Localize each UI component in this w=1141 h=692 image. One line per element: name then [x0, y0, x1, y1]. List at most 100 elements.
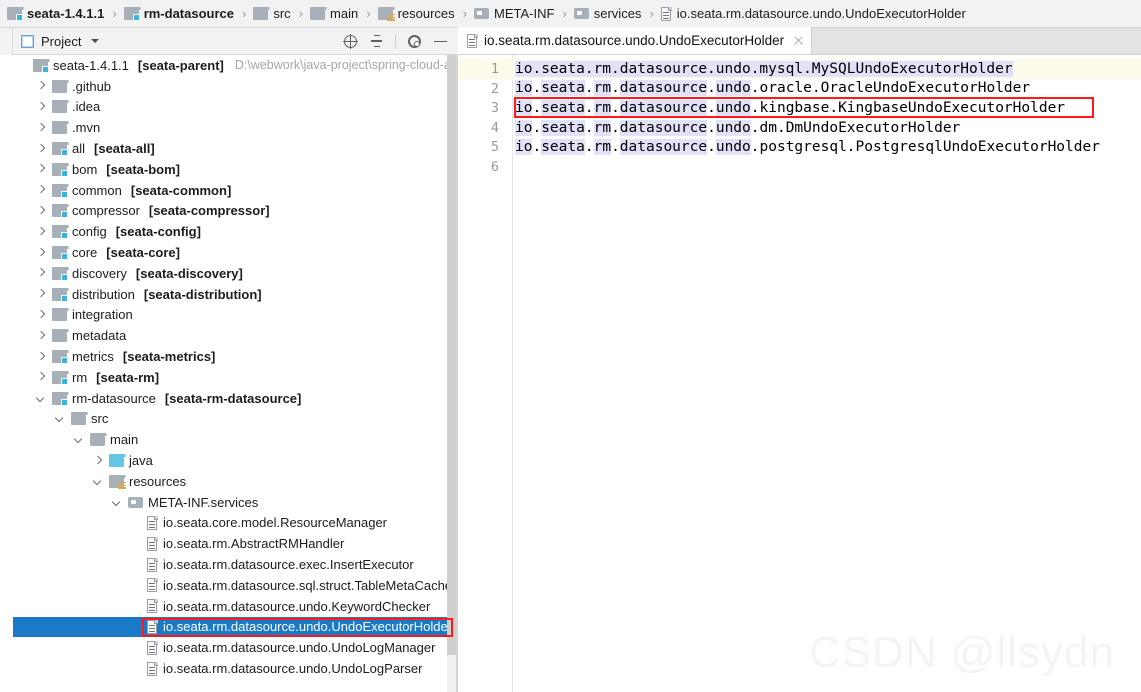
- tree-row[interactable]: io.seata.rm.AbstractRMHandler: [13, 533, 447, 554]
- tree-row[interactable]: discovery [seata-discovery]: [13, 263, 447, 284]
- project-tree[interactable]: seata-1.4.1.1 [seata-parent] D:\webwork\ja…: [13, 55, 457, 679]
- module-folder-icon: [33, 58, 50, 73]
- tree-row[interactable]: all [seata-all]: [13, 138, 447, 159]
- tree-row[interactable]: core [seata-core]: [13, 242, 447, 263]
- breadcrumb-item-6[interactable]: services: [572, 6, 644, 21]
- chevron-right-icon[interactable]: [36, 226, 47, 237]
- breadcrumb-item-label: rm-datasource: [143, 6, 234, 21]
- tree-row[interactable]: rm [seata-rm]: [13, 367, 447, 388]
- tree-row[interactable]: src: [13, 409, 447, 430]
- editor-area[interactable]: 1 2 3 4 5 6 io.seata.rm.datasource.undo.mysql…: [458, 55, 1141, 692]
- tree-row-selected[interactable]: io.seata.rm.datasource.undo.UndoExecutor…: [13, 616, 452, 638]
- chevron-right-icon[interactable]: [36, 205, 47, 216]
- breadcrumb-item-5[interactable]: META-INF: [472, 6, 556, 21]
- tree-row[interactable]: bom [seata-bom]: [13, 159, 447, 180]
- tree-row[interactable]: io.seata.rm.datasource.exec.InsertExecut…: [13, 554, 447, 575]
- tree-row[interactable]: META-INF.services: [13, 492, 447, 513]
- tree-row[interactable]: .mvn: [13, 117, 447, 138]
- tree-row[interactable]: io.seata.rm.datasource.sql.struct.TableM…: [13, 575, 452, 596]
- tree-row[interactable]: seata-1.4.1.1 [seata-parent] D:\webwork\ja…: [13, 55, 457, 76]
- breadcrumb-item-0[interactable]: seata-1.4.1.1: [5, 6, 106, 21]
- tree-row[interactable]: distribution [seata-distribution]: [13, 284, 447, 305]
- gear-icon[interactable]: [407, 34, 422, 49]
- code-dot: .: [611, 80, 620, 97]
- code-dot: .: [584, 139, 594, 156]
- tree-row[interactable]: io.seata.core.model.ResourceManager: [13, 513, 447, 534]
- breadcrumb-item-3[interactable]: main: [308, 6, 360, 21]
- tree-row[interactable]: integration: [13, 305, 447, 326]
- code-dot: .: [750, 119, 760, 136]
- tree-row[interactable]: resources: [13, 471, 447, 492]
- code-segment: datasource: [619, 119, 708, 136]
- tree-scrollbar[interactable]: [447, 55, 456, 692]
- tree-row[interactable]: main: [13, 429, 447, 450]
- code-line[interactable]: io.seata.rm.datasource.undo.mysql.MySQLU…: [515, 59, 1013, 79]
- tree-row[interactable]: rm-datasource [seata-rm-datasource]: [13, 388, 447, 409]
- tree-row[interactable]: java: [13, 450, 447, 471]
- code-line[interactable]: io. seata. rm. datasource. undo. dm.DmUndoExe…: [515, 118, 960, 138]
- tree-row-module-name: [seata-all]: [94, 141, 155, 157]
- line-number: 3: [490, 100, 499, 117]
- code-segment: undo: [715, 99, 751, 116]
- chevron-right-icon[interactable]: [93, 455, 104, 466]
- chevron-right-icon[interactable]: [36, 330, 47, 341]
- chevron-right-icon[interactable]: [36, 185, 47, 196]
- code-line[interactable]: io. seata. rm. datasource. undo. oracle.Oracl…: [515, 79, 1030, 99]
- collapse-all-icon[interactable]: [369, 34, 384, 49]
- target-icon[interactable]: [343, 33, 358, 49]
- chevron-right-icon[interactable]: [36, 268, 47, 279]
- tree-row-label: io.seata.rm.datasource.undo.UndoExecutor…: [163, 619, 453, 635]
- editor-tab[interactable]: io.seata.rm.datasource.undo.UndoExecutor…: [458, 27, 813, 54]
- chevron-right-icon[interactable]: [36, 289, 47, 300]
- code-line[interactable]: io. seata. rm. datasource. undo. kingbase.Kin…: [515, 98, 1065, 118]
- code-dot: .: [707, 80, 716, 97]
- chevron-right-icon[interactable]: [36, 351, 47, 362]
- chevron-down-icon[interactable]: [74, 434, 85, 445]
- chevron-down-icon[interactable]: [112, 497, 123, 508]
- tree-row[interactable]: io.seata.rm.datasource.undo.UndoLogParse…: [13, 658, 447, 679]
- chevron-right-icon[interactable]: [36, 247, 47, 258]
- tree-row[interactable]: compressor [seata-compressor]: [13, 201, 447, 222]
- tree-row[interactable]: config [seata-config]: [13, 221, 447, 242]
- tree-scrollbar-thumb[interactable]: [447, 55, 456, 655]
- breadcrumb-item-7[interactable]: io.seata.rm.datasource.undo.UndoExecutor…: [659, 6, 968, 21]
- tree-row-module-name: [seata-rm-datasource]: [164, 390, 302, 406]
- close-icon[interactable]: [793, 35, 804, 46]
- tree-row[interactable]: common [seata-common]: [13, 180, 447, 201]
- minus-icon[interactable]: [433, 34, 448, 49]
- folder-icon: [71, 412, 88, 426]
- chevron-right-icon[interactable]: [36, 101, 47, 112]
- folder-icon: [52, 121, 69, 135]
- code-line[interactable]: io. seata. rm. datasource. undo. postgresql.P…: [515, 137, 1100, 157]
- chevron-right-icon[interactable]: [36, 164, 47, 175]
- chevron-down-icon[interactable]: [36, 393, 47, 404]
- breadcrumb-item-4[interactable]: resources: [376, 6, 457, 21]
- chevron-right-icon[interactable]: [36, 372, 47, 383]
- breadcrumb-item-1[interactable]: rm-datasource: [122, 6, 236, 21]
- chevron-right-icon[interactable]: [36, 81, 47, 92]
- tree-row[interactable]: metrics [seata-metrics]: [13, 346, 447, 367]
- tree-row[interactable]: metadata: [13, 325, 447, 346]
- tree-row[interactable]: io.seata.rm.datasource.undo.KeywordCheck…: [13, 596, 447, 617]
- editor-gutter[interactable]: 1 2 3 4 5 6: [458, 55, 513, 692]
- breadcrumb-item-2[interactable]: src: [251, 6, 292, 21]
- file-icon: [467, 33, 478, 48]
- tree-row-label: .github: [72, 78, 112, 94]
- chevron-right-icon[interactable]: [36, 309, 47, 320]
- project-tree-panel[interactable]: seata-1.4.1.1 [seata-parent] D:\webwork\ja…: [0, 55, 457, 692]
- tree-row[interactable]: .idea: [13, 97, 447, 118]
- editor-tabbar: io.seata.rm.datasource.undo.UndoExecutor…: [458, 27, 1141, 55]
- chevron-down-icon[interactable]: [55, 413, 66, 424]
- tree-row[interactable]: .github: [13, 76, 447, 97]
- editor-code[interactable]: io.seata.rm.datasource.undo.mysql.MySQLU…: [515, 55, 1141, 692]
- chevron-right-icon[interactable]: [36, 143, 47, 154]
- tree-row[interactable]: io.seata.rm.datasource.undo.UndoLogManag…: [13, 637, 447, 658]
- module-folder-icon: [52, 204, 69, 219]
- tree-row-module-name: [seata-rm]: [96, 369, 160, 385]
- project-toolwindow-selector[interactable]: Project: [0, 34, 100, 49]
- line-number: 6: [490, 159, 499, 175]
- chevron-down-icon[interactable]: [91, 39, 100, 43]
- chevron-down-icon[interactable]: [93, 476, 104, 487]
- code-segment: seata: [541, 80, 585, 97]
- chevron-right-icon[interactable]: [36, 122, 47, 133]
